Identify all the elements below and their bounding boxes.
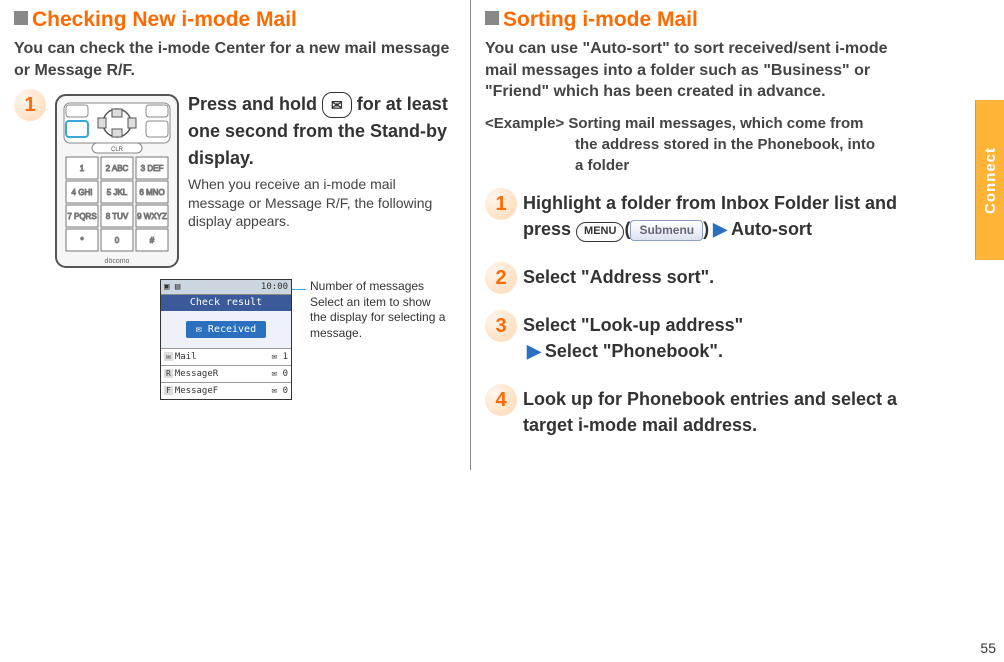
mini-row-mail-name: Mail bbox=[175, 352, 197, 362]
arrow-icon: ▶ bbox=[709, 219, 731, 239]
svg-text:0: 0 bbox=[115, 236, 120, 245]
left-step1-pre: Press and hold bbox=[188, 94, 322, 114]
svg-text:#: # bbox=[150, 236, 155, 245]
left-heading-text: Checking New i-mode Mail bbox=[32, 8, 297, 31]
right-step-2: 2 Select "Address sort". bbox=[485, 264, 920, 290]
svg-text:2 ABC: 2 ABC bbox=[106, 164, 129, 173]
page-number: 55 bbox=[980, 640, 996, 656]
right-step-3: 3 Select "Look-up address" ▶Select "Phon… bbox=[485, 312, 920, 364]
svg-text:4 GHI: 4 GHI bbox=[72, 188, 93, 197]
right-heading-text: Sorting i-mode Mail bbox=[503, 8, 698, 31]
svg-text:3 DEF: 3 DEF bbox=[141, 164, 164, 173]
left-column: Checking New i-mode Mail You can check t… bbox=[0, 0, 460, 432]
mini-row-mail-badge: ✉ bbox=[164, 352, 173, 361]
svg-text:5 JKL: 5 JKL bbox=[107, 188, 128, 197]
r3a-text: Select "Look-up address" bbox=[523, 315, 743, 335]
mini-row-msgR: RMessageR ✉ 0 bbox=[161, 365, 291, 382]
svg-text:1: 1 bbox=[80, 164, 85, 173]
step-number-badge: 1 bbox=[14, 89, 46, 121]
svg-text:7 PQRS: 7 PQRS bbox=[67, 212, 96, 221]
left-step1-text: Press and hold ✉ for at least one second… bbox=[182, 91, 450, 231]
left-intro: You can check the i-mode Center for a ne… bbox=[14, 38, 450, 81]
step-number-badge: 3 bbox=[485, 310, 517, 342]
example-label: <Example> bbox=[485, 115, 564, 132]
manual-page: Checking New i-mode Mail You can check t… bbox=[0, 0, 1004, 662]
left-step1-sub: When you receive an i-mode mail message … bbox=[188, 175, 450, 232]
menu-key-icon: MENU bbox=[576, 222, 624, 242]
right-intro: You can use "Auto-sort" to sort received… bbox=[485, 38, 920, 103]
r1-post: Auto-sort bbox=[731, 219, 812, 239]
mail-key-icon: ✉ bbox=[322, 92, 352, 118]
step-number-badge: 2 bbox=[485, 262, 517, 294]
mini-row-msgF-count: 0 bbox=[283, 386, 288, 396]
heading-square-icon bbox=[14, 11, 28, 25]
mini-status-left: ▣ ▤ bbox=[164, 282, 180, 292]
mini-status-right: 10:00 bbox=[261, 282, 288, 292]
example-text1: Sorting mail messages, which come from bbox=[568, 115, 863, 132]
example-text3: a folder bbox=[575, 155, 920, 176]
annotation-line2: Select an item to show the display for s… bbox=[310, 295, 450, 342]
mini-received-banner: ✉ Received bbox=[161, 311, 291, 348]
phone-keypad-illustration: CLR 1 2 ABC 3 DEF 4 GHI 5 JKL 6 MNO 7 PQ… bbox=[52, 91, 182, 271]
right-step-1: 1 Highlight a folder from Inbox Folder l… bbox=[485, 190, 920, 242]
mini-row-msgF: FMessageF ✉ 0 bbox=[161, 382, 291, 399]
r4-text: Look up for Phonebook entries and select… bbox=[523, 386, 920, 438]
mini-row-mail-count: 1 bbox=[283, 352, 288, 362]
svg-text:*: * bbox=[80, 236, 83, 245]
submenu-softkey-icon: Submenu bbox=[630, 220, 703, 241]
check-result-screen: ▣ ▤ 10:00 Check result ✉ Received ✉Mail … bbox=[160, 279, 292, 400]
svg-text:9 WXYZ: 9 WXYZ bbox=[137, 212, 167, 221]
left-heading: Checking New i-mode Mail bbox=[14, 8, 450, 32]
example-text2: the address stored in the Phonebook, int… bbox=[575, 134, 920, 155]
screenshot-annotation: Number of messages Select an item to sho… bbox=[310, 279, 450, 341]
connect-side-tab-label: Connect bbox=[982, 147, 999, 214]
svg-text:döcomo: döcomo bbox=[105, 258, 130, 265]
mini-row-mail: ✉Mail ✉ 1 bbox=[161, 348, 291, 365]
r2-text: Select "Address sort". bbox=[523, 264, 920, 290]
svg-text:8 TUV: 8 TUV bbox=[106, 212, 129, 221]
arrow-icon: ▶ bbox=[523, 341, 545, 361]
mini-title: Check result bbox=[161, 295, 291, 311]
r3b-text: Select "Phonebook". bbox=[545, 341, 723, 361]
result-screenshot-row: ▣ ▤ 10:00 Check result ✉ Received ✉Mail … bbox=[52, 279, 450, 400]
svg-text:6 MNO: 6 MNO bbox=[139, 188, 164, 197]
right-example: <Example> Sorting mail messages, which c… bbox=[485, 113, 920, 176]
step-number-badge: 1 bbox=[485, 188, 517, 220]
mini-received-label: ✉ Received bbox=[186, 321, 266, 338]
mini-row-msgF-name: MessageF bbox=[175, 386, 218, 396]
left-step-1: 1 bbox=[14, 91, 450, 400]
right-step-4: 4 Look up for Phonebook entries and sele… bbox=[485, 386, 920, 438]
mini-status-bar: ▣ ▤ 10:00 bbox=[161, 280, 291, 295]
right-heading: Sorting i-mode Mail bbox=[485, 8, 920, 32]
annotation-line1: Number of messages bbox=[310, 279, 450, 295]
mini-row-msgR-count: 0 bbox=[283, 369, 288, 379]
svg-text:CLR: CLR bbox=[111, 147, 124, 153]
mini-row-msgF-badge: F bbox=[164, 386, 173, 395]
step-number-badge: 4 bbox=[485, 384, 517, 416]
mini-row-msgR-badge: R bbox=[164, 369, 173, 378]
mini-row-msgR-name: MessageR bbox=[175, 369, 218, 379]
right-column: Sorting i-mode Mail You can use "Auto-so… bbox=[470, 0, 930, 470]
connect-side-tab: Connect bbox=[975, 100, 1004, 260]
heading-square-icon bbox=[485, 11, 499, 25]
